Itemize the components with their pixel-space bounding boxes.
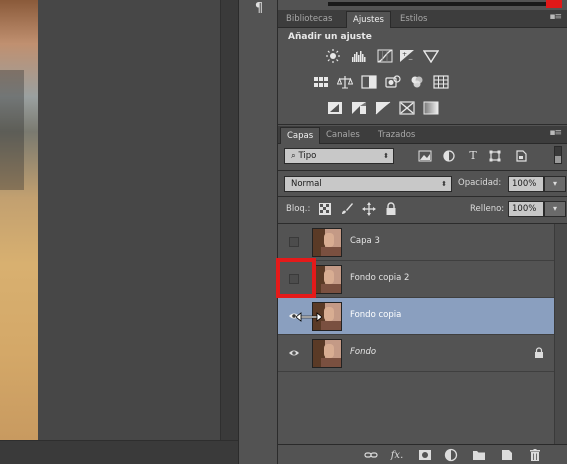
layer-row-fondo-copia-2[interactable]: Fondo copia 2 <box>278 261 554 298</box>
opacity-dropdown-button[interactable]: ▾ <box>544 176 566 192</box>
curves-icon[interactable] <box>376 48 394 64</box>
stepper-arrows-icon: ⬍ <box>383 152 389 160</box>
layers-list: Capa 3 Fondo copia 2 Fondo copia Fondo <box>278 224 554 374</box>
lock-image-pixels-icon[interactable] <box>340 202 354 216</box>
svg-text:+: + <box>402 51 407 58</box>
panel-separator <box>278 196 567 197</box>
layer-thumbnail[interactable] <box>312 339 342 368</box>
shape-filter-icon[interactable] <box>488 150 502 162</box>
color-lookup-icon[interactable] <box>432 74 450 90</box>
stepper-arrows-icon: ⬍ <box>441 180 447 188</box>
right-panels: Bibliotecas Ajustes Estilos ▪≡ Añadir un… <box>278 0 567 464</box>
gradient-map-icon[interactable] <box>422 100 440 116</box>
layer-name[interactable]: Capa 3 <box>350 236 380 246</box>
layer-row-fondo[interactable]: Fondo <box>278 335 554 372</box>
color-swatch[interactable] <box>546 0 562 8</box>
top-strip-bar <box>328 2 548 6</box>
exposure-icon[interactable]: + − <box>398 48 416 64</box>
opacity-label: Opacidad: <box>458 178 502 188</box>
adjustment-filter-icon[interactable] <box>442 150 456 162</box>
layer-thumbnail[interactable] <box>312 265 342 294</box>
layers-scrollbar[interactable] <box>554 224 567 444</box>
levels-icon[interactable] <box>350 48 368 64</box>
padlock-icon <box>534 347 544 359</box>
panel-separator <box>278 170 567 171</box>
layers-panel-menu-icon[interactable]: ▪≡ <box>549 128 562 138</box>
layer-name[interactable]: Fondo copia 2 <box>350 273 409 283</box>
posterize-icon[interactable] <box>350 100 368 116</box>
adjustments-tabbar: Bibliotecas Ajustes Estilos ▪≡ <box>278 10 567 28</box>
tab-ajustes[interactable]: Ajustes <box>346 11 391 28</box>
canvas-photo <box>0 0 38 440</box>
panel-menu-icon[interactable]: ▪≡ <box>549 12 562 22</box>
tab-trazados[interactable]: Trazados <box>372 127 421 144</box>
invert-icon[interactable] <box>326 100 344 116</box>
paragraph-panel-button[interactable]: ¶ <box>249 0 269 18</box>
drag-double-arrow-cursor <box>295 311 323 323</box>
top-strip <box>278 0 567 10</box>
svg-text:−: − <box>408 56 413 63</box>
panel-dock: ¶ <box>238 0 278 464</box>
lock-all-icon[interactable] <box>384 202 398 216</box>
color-balance-icon[interactable] <box>336 74 354 90</box>
trash-icon[interactable] <box>528 448 542 462</box>
tab-canales[interactable]: Canales <box>320 127 366 144</box>
layer-filter-select[interactable]: ⌕ Tipo ⬍ <box>284 148 394 164</box>
vibrance-icon[interactable] <box>422 48 440 64</box>
lock-label: Bloq.: <box>286 204 311 214</box>
canvas-status-bar <box>0 440 238 464</box>
fill-input[interactable]: 100% <box>508 201 544 217</box>
layer-filter-value: Tipo <box>298 151 317 161</box>
hue-saturation-icon[interactable] <box>312 74 330 90</box>
layer-name[interactable]: Fondo <box>350 347 376 357</box>
threshold-icon[interactable] <box>374 100 392 116</box>
lock-transparent-pixels-icon[interactable] <box>318 202 332 216</box>
new-layer-icon[interactable] <box>500 448 514 462</box>
adjustment-layer-icon[interactable] <box>444 448 458 462</box>
layer-thumbnail[interactable] <box>312 228 342 257</box>
smart-object-filter-icon[interactable] <box>514 150 528 162</box>
brightness-contrast-icon[interactable] <box>324 48 342 64</box>
black-white-icon[interactable] <box>360 74 378 90</box>
photo-filter-icon[interactable] <box>384 74 402 90</box>
tab-capas[interactable]: Capas <box>280 127 321 144</box>
mask-icon[interactable] <box>418 448 432 462</box>
lock-position-icon[interactable] <box>362 202 376 216</box>
fx-icon[interactable]: fx. <box>390 448 404 462</box>
tab-estilos[interactable]: Estilos <box>394 11 433 28</box>
adjustments-title: Añadir un ajuste <box>288 32 372 42</box>
blend-mode-select[interactable]: Normal ⬍ <box>284 176 452 192</box>
visibility-toggle-empty[interactable] <box>289 237 299 247</box>
filter-toggle-switch[interactable] <box>554 146 562 164</box>
tab-bibliotecas[interactable]: Bibliotecas <box>280 11 338 28</box>
opacity-input[interactable]: 100% <box>508 176 544 192</box>
channel-mixer-icon[interactable] <box>408 74 426 90</box>
annotation-highlight-box <box>276 258 316 298</box>
layer-name[interactable]: Fondo copia <box>350 310 401 320</box>
layers-bottom-bar: fx. <box>278 444 567 464</box>
type-filter-icon[interactable]: T <box>466 150 480 162</box>
fill-label: Relleno: <box>470 204 505 214</box>
canvas-photo-shadow <box>0 70 24 190</box>
folder-icon[interactable] <box>472 448 486 462</box>
filter-toggle-knob <box>555 156 561 163</box>
link-icon[interactable] <box>364 448 378 462</box>
layer-row-capa-3[interactable]: Capa 3 <box>278 224 554 261</box>
layers-tabbar: Capas Canales Trazados ▪≡ <box>278 126 567 144</box>
pixel-filter-icon[interactable] <box>418 150 432 162</box>
document-canvas[interactable] <box>0 0 238 464</box>
canvas-vertical-scrollbar[interactable] <box>220 0 238 464</box>
panel-separator <box>278 124 567 125</box>
blend-mode-value: Normal <box>291 179 322 189</box>
selective-color-icon[interactable] <box>398 100 416 116</box>
eye-icon[interactable] <box>288 347 300 359</box>
fill-dropdown-button[interactable]: ▾ <box>544 201 566 217</box>
